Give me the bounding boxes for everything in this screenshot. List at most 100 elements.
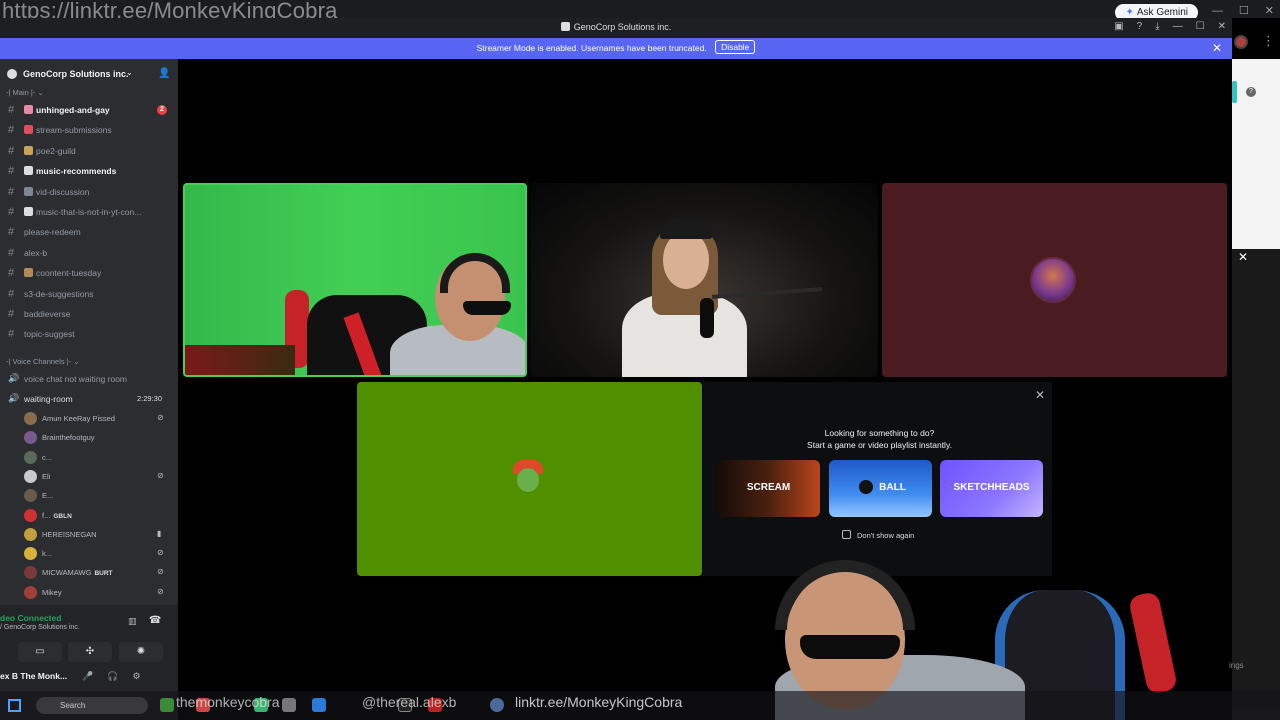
channel-item[interactable]: # s3-de-suggestions xyxy=(0,284,178,304)
video-tile-avatar-green[interactable] xyxy=(357,382,702,576)
hashtag-icon: # xyxy=(8,124,15,136)
overlay-handle-2: @thereal.alexb xyxy=(362,694,457,710)
voice-user[interactable]: Eli ⊘ xyxy=(0,467,178,486)
activity-card-sketchheads[interactable]: SKETCHHEADS xyxy=(940,460,1043,517)
channel-item[interactable]: # baddieverse xyxy=(0,304,178,324)
channel-item[interactable]: # stream-submissions xyxy=(0,120,178,140)
voice-channel-voice-chat[interactable]: 🔊 voice chat not waiting room xyxy=(0,369,178,389)
channel-name-text: coontent-tuesday xyxy=(36,268,102,278)
server-header[interactable]: GenoCorp Solutions inc. ⌄ 👤 xyxy=(0,59,178,89)
video-tile-green-screen[interactable] xyxy=(183,183,527,377)
close-icon[interactable]: ✕ xyxy=(1238,250,1248,264)
channel-item[interactable]: # unhinged-and-gay 2 xyxy=(0,100,178,120)
channel-item[interactable]: # vid-discussion xyxy=(0,182,178,202)
help-icon[interactable]: ? xyxy=(1137,21,1143,32)
voice-user-name: Eli xyxy=(42,472,50,481)
video-tile-studio[interactable] xyxy=(530,183,878,377)
category-voice[interactable]: -| Voice Channels |- ⌄ xyxy=(6,357,80,366)
close-icon[interactable]: ✕ xyxy=(1035,388,1045,402)
ask-gemini-label: Ask Gemini xyxy=(1136,7,1188,18)
window-title-text: GenoCorp Solutions inc. xyxy=(573,22,672,32)
close-icon[interactable]: ✕ xyxy=(1218,21,1226,32)
dont-show-again-checkbox[interactable]: Don't show again xyxy=(842,530,914,540)
category-main[interactable]: -| Main |- ⌄ xyxy=(6,88,44,97)
avatar xyxy=(24,470,37,483)
voice-user[interactable]: E... xyxy=(0,486,178,505)
microphone-icon[interactable]: 🎤 xyxy=(82,671,93,681)
app-icon[interactable] xyxy=(282,698,296,712)
browser-menu-icon[interactable]: ⋮ xyxy=(1262,33,1275,49)
noise-suppression-icon[interactable]: ▥ xyxy=(128,616,137,627)
globe-icon[interactable] xyxy=(490,698,504,712)
activity-card-ball[interactable]: BALL xyxy=(829,460,932,517)
screen-share-button[interactable]: ▭ xyxy=(18,642,62,662)
activities-button[interactable]: ✣ xyxy=(68,642,112,662)
channel-item[interactable]: # poe2-guild xyxy=(0,141,178,161)
video-tile-avatar-only[interactable] xyxy=(882,183,1227,377)
gear-icon[interactable]: ⚙ xyxy=(132,671,140,681)
discord-window-icon xyxy=(560,22,570,31)
channel-item[interactable]: # topic-suggest xyxy=(0,324,178,344)
muted-icon: ⊘ xyxy=(157,587,164,596)
activities-icon: ✣ xyxy=(85,646,95,657)
voice-user[interactable]: Mikey ⊘ xyxy=(0,583,178,602)
minimize-icon[interactable]: — xyxy=(1173,21,1183,32)
voice-user-name-text: E... xyxy=(42,491,54,500)
channel-name-text: alex-b xyxy=(24,248,48,258)
voice-channel-waiting-room[interactable]: 🔊 waiting-room 2:29:30 xyxy=(0,389,178,409)
app-icon[interactable] xyxy=(160,698,174,712)
avatar xyxy=(24,431,37,444)
titlebar-icons: ▣? ⤓ — ☐ ✕ xyxy=(1101,21,1226,32)
channel-item[interactable]: # please-redeem xyxy=(0,222,178,242)
hashtag-icon: # xyxy=(8,308,15,320)
voice-user-name: Mikey xyxy=(42,588,62,597)
headphones-icon[interactable]: 🎧 xyxy=(107,671,118,681)
voice-user[interactable]: k... ⊘ xyxy=(0,544,178,563)
voice-user-name-text: Mikey xyxy=(42,588,62,597)
voice-user[interactable]: c... xyxy=(0,448,178,467)
speaker-icon: 🔊 xyxy=(8,393,20,403)
hashtag-icon: # xyxy=(8,288,15,300)
voice-user[interactable]: Brainthefootguy xyxy=(0,428,178,447)
channel-item[interactable]: # alex-b xyxy=(0,243,178,263)
hashtag-icon: # xyxy=(8,267,15,279)
maximize-icon[interactable]: ☐ xyxy=(1239,5,1249,17)
help-icon[interactable]: ? xyxy=(1246,87,1256,97)
activity-card-scream[interactable]: SCREAM xyxy=(717,460,820,517)
app-icon[interactable] xyxy=(312,698,326,712)
channel-item[interactable]: # music-that-is-not-in-yt-con... xyxy=(0,202,178,222)
soundboard-button[interactable]: ✺ xyxy=(119,642,163,662)
hashtag-icon: # xyxy=(8,206,15,218)
voice-user[interactable]: MICWAMAWG BURT ⊘ xyxy=(0,563,178,582)
desk-items xyxy=(185,345,295,375)
channel-item[interactable]: # coontent-tuesday xyxy=(0,263,178,283)
voice-user[interactable]: f... GBLN xyxy=(0,506,178,525)
start-icon[interactable] xyxy=(8,699,21,712)
invite-people-icon[interactable]: 👤 xyxy=(158,68,170,79)
close-icon[interactable]: ✕ xyxy=(1265,5,1274,17)
browser-profile-avatar[interactable] xyxy=(1234,35,1248,49)
avatar xyxy=(24,489,37,502)
sunglasses-prop xyxy=(463,301,511,315)
channel-emoji-icon xyxy=(24,187,33,196)
voice-user-name-text: f... xyxy=(42,511,51,520)
current-user-name[interactable]: ex B The Monk... xyxy=(0,671,67,681)
inbox-icon[interactable]: ▣ xyxy=(1114,21,1123,32)
channel-name-text: topic-suggest xyxy=(24,329,75,339)
channel-item[interactable]: # music-recommends xyxy=(0,161,178,181)
voice-user[interactable]: HEREISNEGAN ▮ xyxy=(0,525,178,544)
checkbox-box[interactable] xyxy=(842,530,851,539)
disconnect-icon[interactable]: ☎ xyxy=(149,615,161,626)
download-icon[interactable]: ⤓ xyxy=(1155,21,1159,32)
maximize-icon[interactable]: ☐ xyxy=(1196,21,1205,32)
activity-title: Looking for something to do? Start a gam… xyxy=(703,427,1056,451)
voice-user[interactable]: Amun KeeRay Pissed ⊘ xyxy=(0,409,178,428)
channel-name-text: s3-de-suggestions xyxy=(24,289,94,299)
channel-name-text: music-recommends xyxy=(36,166,117,176)
microphone-prop xyxy=(700,298,714,338)
disable-streamer-mode-button[interactable]: Disable xyxy=(715,40,756,54)
voice-connected-subtitle[interactable]: / GenoCorp Solutions inc. xyxy=(0,624,80,631)
minimize-icon[interactable]: — xyxy=(1212,5,1223,17)
taskbar-search[interactable]: Search xyxy=(36,697,148,714)
close-icon[interactable]: ✕ xyxy=(1212,38,1222,59)
